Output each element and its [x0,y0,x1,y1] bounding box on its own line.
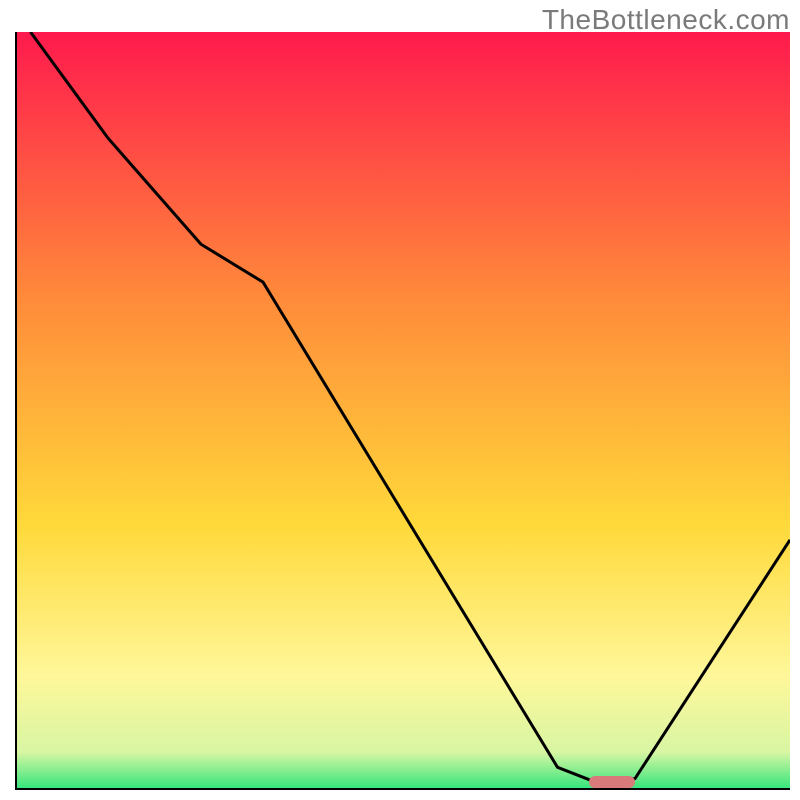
optimum-marker [589,776,636,788]
plot-area [15,32,790,790]
chart-container: TheBottleneck.com [0,0,800,800]
watermark-text: TheBottleneck.com [542,4,790,36]
bottleneck-curve [31,32,791,782]
curve-layer [15,32,790,790]
